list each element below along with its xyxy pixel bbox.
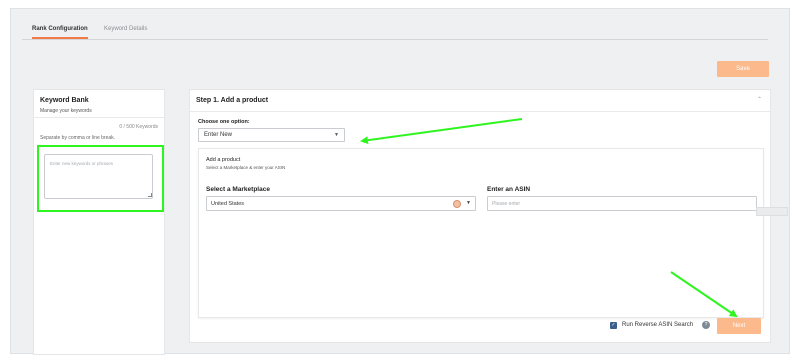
flag-icon: [453, 200, 461, 208]
choose-option-label: Choose one option:: [198, 119, 250, 125]
tab-rank-configuration[interactable]: Rank Configuration: [32, 26, 88, 39]
reverse-asin-label: Run Reverse ASIN Search: [622, 322, 694, 328]
step-panel: Step 1. Add a product ⌃ Choose one optio…: [189, 89, 771, 343]
divider: [34, 117, 164, 118]
choose-option-value: Enter New: [204, 132, 233, 138]
side-tab[interactable]: [756, 207, 788, 216]
caret-down-icon: ▼: [466, 200, 471, 206]
asin-input[interactable]: [487, 196, 757, 211]
step-header[interactable]: Step 1. Add a product ⌃: [190, 90, 770, 112]
marketplace-select[interactable]: United States ▼: [206, 196, 476, 211]
add-product-title: Add a product: [206, 157, 241, 163]
add-product-card: Add a product Select a Marketplace & ent…: [198, 148, 764, 318]
keyword-bank-panel: Keyword Bank Manage your keywords 0 / 50…: [33, 89, 165, 355]
help-icon[interactable]: ?: [702, 321, 710, 329]
choose-option-select[interactable]: Enter New ▼: [198, 128, 345, 142]
add-product-subtitle: Select a Marketplace & enter your ASIN: [206, 165, 286, 170]
tab-keyword-details[interactable]: Keyword Details: [104, 26, 147, 37]
reverse-asin-checkbox[interactable]: ✓: [610, 322, 617, 329]
step-title: Step 1. Add a product: [196, 97, 269, 104]
asin-label: Enter an ASIN: [487, 186, 531, 193]
chevron-up-icon[interactable]: ⌃: [757, 96, 762, 103]
keyword-input[interactable]: [44, 154, 153, 199]
keyword-bank-title: Keyword Bank: [40, 97, 89, 104]
tab-bar: Rank Configuration Keyword Details: [22, 18, 768, 40]
marketplace-label: Select a Marketplace: [206, 186, 270, 193]
next-button[interactable]: Next: [717, 318, 761, 334]
caret-down-icon: ▼: [334, 132, 339, 138]
resize-handle-icon[interactable]: [148, 193, 152, 197]
save-button[interactable]: Save: [717, 61, 769, 77]
marketplace-value: United States: [211, 201, 245, 207]
keyword-bank-subtitle: Manage your keywords: [40, 108, 92, 114]
keyword-hint: Separate by comma or line break.: [40, 135, 116, 141]
keyword-count: 0 / 500 Keywords: [119, 124, 158, 130]
